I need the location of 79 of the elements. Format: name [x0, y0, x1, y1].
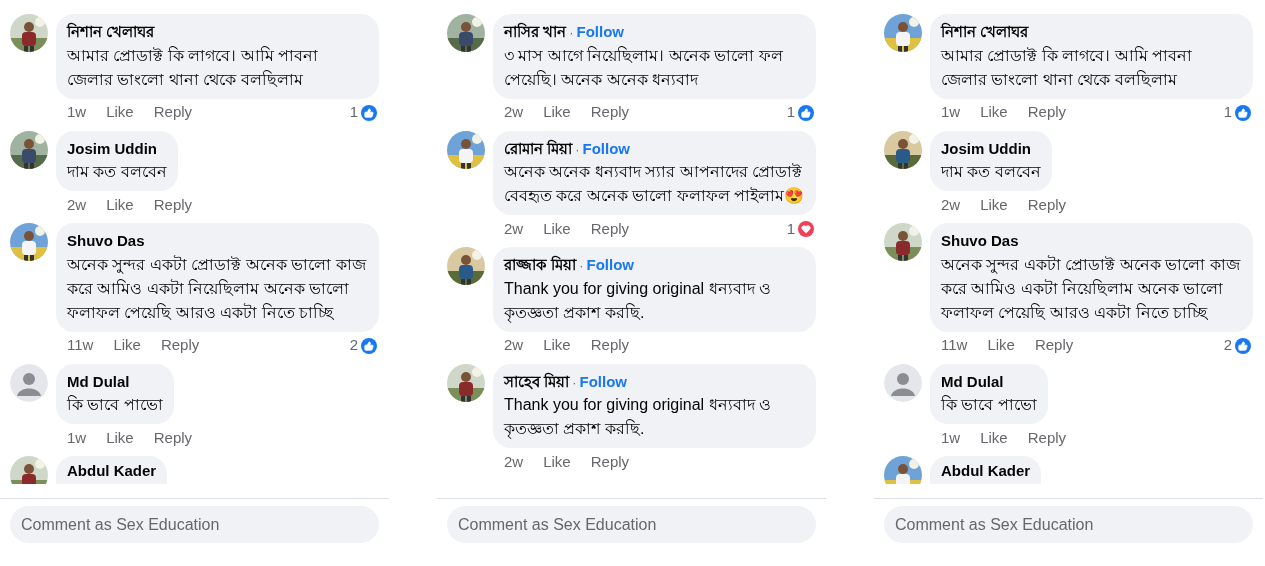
comment-text: Thank you for giving original ধন্যবাদ ও কৃতজ্ঞতা প্রকাশ করছি.	[504, 278, 772, 325]
comment-time[interactable]: 1w	[67, 426, 87, 450]
comment-text: আমার প্রোডাক্ট কি লাগবে। আমি পাবনা জেলার ভাংলো থানা থেকে বলছিলাম	[67, 45, 320, 90]
reaction-count: 1	[349, 102, 358, 123]
comment-author[interactable]: রোমান মিয়া	[504, 137, 573, 160]
comment-time[interactable]: 2w	[67, 193, 87, 217]
reply-link[interactable]: Reply	[590, 217, 630, 241]
comment-author[interactable]: নিশান খেলাঘর	[67, 21, 155, 44]
reaction-count: 1	[786, 218, 795, 239]
comment-text: অনেক সুন্দর একটা প্রোডাক্ট অনেক ভালো কাজ করে আমিও একটা নিয়েছিলাম অনেক ভালো ফলাফল পেয়েছি আরও একটা নিতে চাচ্ছি	[67, 254, 368, 323]
reply-link[interactable]: Reply	[153, 426, 193, 450]
reply-link[interactable]: Reply	[1027, 101, 1067, 124]
comment-text: কি ভাবে পাভো	[67, 394, 163, 415]
like-link[interactable]: Like	[543, 101, 571, 124]
comment-time[interactable]: 2w	[504, 334, 524, 357]
reaction-count: 2	[349, 335, 358, 356]
comment-text: অনেক অনেক ধন্যবাদ স্যার আপনাদের প্রোডাক্ট বেবহৃত করে অনেক ভালো ফলাফল পাইলাম😍	[504, 162, 805, 206]
like-link[interactable]: Like	[980, 426, 1008, 450]
reaction-count: 1	[786, 102, 795, 123]
comment-time[interactable]: 2w	[941, 193, 961, 217]
comment-time[interactable]: 11w	[67, 334, 94, 357]
follow-link[interactable]: Follow	[582, 137, 630, 160]
reply-link[interactable]: Reply	[1027, 193, 1067, 217]
comment-text: দাম কত বলবেন	[67, 162, 167, 182]
reply-link[interactable]: Reply	[153, 193, 193, 217]
comment-author[interactable]: নাসির খান	[504, 21, 567, 44]
separator-dot: ·	[569, 24, 574, 42]
comment-time[interactable]: 2w	[504, 217, 524, 241]
comment-author[interactable]: Josim Uddin	[67, 137, 157, 160]
reply-link[interactable]: Reply	[1034, 334, 1074, 357]
comment-input[interactable]: Comment as Sex Education	[884, 506, 1253, 543]
comment-time[interactable]: 1w	[941, 426, 961, 450]
like-link[interactable]: Like	[106, 193, 134, 217]
comment-text: আমার প্রোডাক্ট কি লাগবে। আমি পাবনা জেলার ভাংলো থানা থেকে বলছিলাম	[941, 45, 1194, 90]
follow-link[interactable]: Follow	[586, 254, 634, 277]
like-link[interactable]: Like	[106, 426, 134, 450]
reply-link[interactable]: Reply	[1027, 426, 1067, 450]
reaction-count: 1	[1223, 102, 1232, 123]
reply-link[interactable]: Reply	[590, 334, 630, 357]
comment-author[interactable]: Josim Uddin	[941, 137, 1031, 160]
comment-time[interactable]: 1w	[941, 101, 961, 124]
follow-link[interactable]: Follow	[576, 21, 624, 44]
comment-author[interactable]: Md Dulal	[941, 370, 1004, 393]
comment-text: অনেক সুন্দর একটা প্রোডাক্ট অনেক ভালো কাজ করে আমিও একটা নিয়েছিলাম অনেক ভালো ফলাফল পেয়েছি আরও একটা নিতে চাচ্ছি	[941, 254, 1242, 323]
comment-author[interactable]: সাহেব মিয়া	[504, 370, 570, 393]
like-link[interactable]: Like	[987, 334, 1015, 357]
like-link[interactable]: Like	[980, 193, 1008, 217]
reply-link[interactable]: Reply	[153, 101, 193, 124]
comment-author[interactable]: Abdul Kader	[67, 460, 157, 483]
like-link[interactable]: Like	[113, 334, 141, 357]
comment-text: কি ভাবে পাভো	[941, 394, 1037, 415]
like-link[interactable]: Like	[543, 450, 571, 474]
comment-input[interactable]: Comment as Sex Education	[10, 506, 379, 543]
follow-link[interactable]: Follow	[579, 370, 627, 393]
comment-input[interactable]: Comment as Sex Education	[447, 506, 816, 543]
comment-time[interactable]: 2w	[504, 101, 524, 124]
comment-author[interactable]: নিশান খেলাঘর	[941, 21, 1029, 44]
comment-author[interactable]: রাজ্জাক মিয়া	[504, 254, 577, 277]
comment-author[interactable]: Abdul Kader	[941, 460, 1031, 483]
like-link[interactable]: Like	[543, 334, 571, 357]
comment-text: ৩ মাস আগে নিয়েছিলাম। অনেক ভালো ফল পেয়েছি। অনেক অনেক ধন্যবাদ	[504, 45, 784, 90]
comment-time[interactable]: 1w	[67, 101, 87, 124]
like-link[interactable]: Like	[543, 217, 571, 241]
reply-link[interactable]: Reply	[590, 101, 630, 124]
comment-text: Thank you for giving original ধন্যবাদ ও কৃতজ্ঞতা প্রকাশ করছি.	[504, 395, 772, 441]
reply-link[interactable]: Reply	[590, 450, 630, 474]
separator-dot: ·	[579, 257, 584, 275]
reaction-count: 2	[1223, 335, 1232, 356]
comment-author[interactable]: Shuvo Das	[67, 230, 145, 253]
reply-link[interactable]: Reply	[160, 334, 200, 357]
comment-author[interactable]: Shuvo Das	[941, 230, 1019, 253]
comment-time[interactable]: 11w	[941, 334, 968, 357]
comment-author[interactable]: Md Dulal	[67, 370, 130, 393]
comment-text: দাম কত বলবেন	[941, 162, 1041, 182]
comment-time[interactable]: 2w	[504, 450, 524, 474]
like-link[interactable]: Like	[980, 101, 1008, 124]
separator-dot: ·	[572, 373, 577, 392]
separator-dot: ·	[575, 140, 580, 159]
like-link[interactable]: Like	[106, 101, 134, 124]
